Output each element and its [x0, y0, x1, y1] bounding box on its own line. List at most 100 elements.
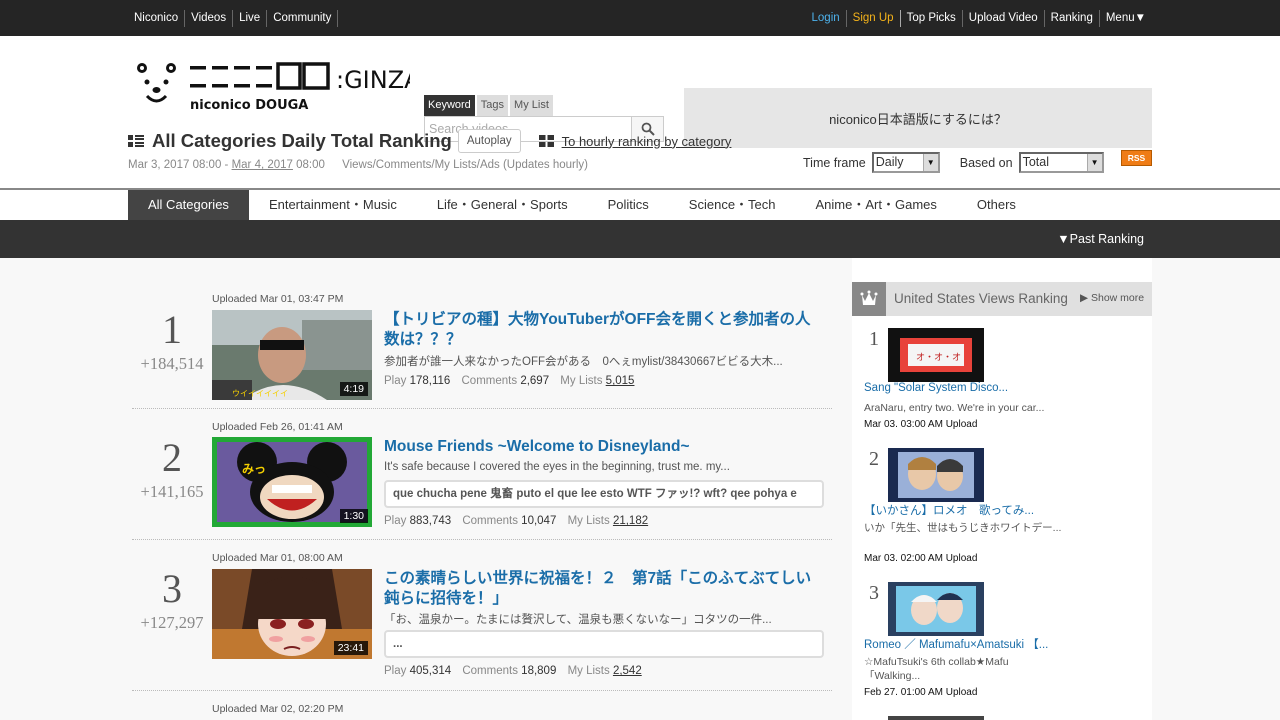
search-tab-tags[interactable]: Tags	[476, 95, 509, 116]
play-count: 883,743	[409, 515, 452, 527]
video-duration: 1:30	[339, 509, 368, 523]
sidebar-thumbnail[interactable]	[888, 582, 984, 636]
comment-count: 10,047	[521, 515, 557, 527]
mylist-count-link[interactable]: 2,542	[613, 665, 642, 677]
tab-politics[interactable]: Politics	[588, 190, 669, 220]
show-more-link[interactable]: ▶ Show more	[1080, 282, 1144, 314]
video-thumbnail[interactable]: ウイイイイイイ 4:19	[212, 310, 372, 400]
latest-comments: ...	[384, 630, 824, 658]
past-ranking-link[interactable]: ▼Past Ranking	[1057, 220, 1144, 258]
sidebar-rank-number: 3	[869, 582, 879, 604]
thumbnail-image	[888, 448, 984, 502]
chevron-down-icon: ▼	[922, 154, 938, 171]
mylists-label: My Lists	[567, 515, 610, 527]
nav-live-link[interactable]: Live	[233, 9, 268, 27]
nav-videos-link[interactable]: Videos	[185, 9, 234, 27]
niconico-logo[interactable]: :GINZA niconico DOUGA	[134, 60, 421, 113]
rss-button[interactable]: RSS	[1121, 150, 1152, 166]
comment-count: 2,697	[520, 375, 550, 387]
ranking-list: Uploaded Mar 01, 03:47 PM 1 +184,514 ウイイ…	[132, 258, 832, 720]
comments-label: Comments	[462, 515, 518, 527]
timeframe-value: Daily	[875, 155, 904, 169]
ranking-item: Uploaded Mar 01, 08:00 AM 3 +127,297 23:…	[132, 540, 832, 691]
menu-link[interactable]: Menu▼	[1100, 10, 1152, 27]
svg-text:niconico DOUGA: niconico DOUGA	[190, 98, 308, 112]
based-on-select[interactable]: Total ▼	[1018, 152, 1104, 173]
video-thumbnail[interactable]: 23:41	[212, 569, 372, 659]
video-stats: Play 178,116 Comments 2,697 My Lists 5,0…	[384, 375, 634, 387]
sidebar-video-title[interactable]: Romeo ／ Mafumafu×Amatsuki 【...	[864, 636, 1064, 652]
video-duration: 23:41	[333, 641, 368, 655]
sidebar-thumbnail[interactable]	[888, 716, 984, 720]
video-stats: Play 883,743 Comments 10,047 My Lists 21…	[384, 515, 648, 527]
top-picks-link[interactable]: Top Picks	[901, 9, 963, 27]
date-range: Mar 3, 2017 08:00 - Mar 4, 2017 08:00 Vi…	[128, 159, 588, 171]
tab-all-categories[interactable]: All Categories	[128, 190, 249, 220]
svg-text::GINZA: :GINZA	[336, 66, 410, 94]
japanese-version-banner[interactable]: niconico日本語版にするには？	[684, 88, 1152, 148]
play-count: 178,116	[409, 375, 451, 387]
tab-others[interactable]: Others	[957, 190, 1036, 220]
sidebar-upload-date: Mar 03. 03:00 AM Upload	[864, 419, 978, 430]
rank-number: 1	[162, 307, 182, 352]
sidebar-video-description: いか「先生、世はもうじきホワイトデー...	[864, 522, 1062, 534]
autoplay-button[interactable]: Autoplay	[457, 129, 521, 153]
video-title-link[interactable]: 【トリビアの種】大物YouTuberがOFF会を開くと参加者の人数は？？？	[384, 310, 824, 350]
sidebar-upload-date: Feb 27. 01:00 AM Upload	[864, 687, 978, 698]
tab-life-general-sports[interactable]: Life・General・Sports	[417, 190, 588, 220]
rank-points: +141,165	[140, 482, 204, 501]
mylist-count-link[interactable]: 5,015	[606, 375, 635, 387]
video-title-link[interactable]: この素晴らしい世界に祝福を！２ 第7話「このふてぶてしい鈍らに招待を！」	[384, 569, 824, 609]
sidebar-rank-number: 2	[869, 448, 879, 470]
date-end-link[interactable]: Mar 4, 2017	[232, 159, 293, 171]
ranking-link[interactable]: Ranking	[1045, 9, 1100, 27]
crown-icon	[852, 282, 886, 316]
signup-link[interactable]: Sign Up	[847, 9, 901, 27]
rank-points: +184,514	[140, 354, 204, 373]
header: :GINZA niconico DOUGA Keyword Tags My Li…	[0, 36, 1280, 148]
title-row: All Categories Daily Total Ranking Autop…	[128, 129, 731, 153]
hourly-ranking-link[interactable]: To hourly ranking by category	[562, 134, 732, 149]
sidebar-title: United States Views Ranking	[894, 291, 1068, 306]
svg-text:みっ: みっ	[242, 462, 266, 476]
nav-niconico-link[interactable]: Niconico	[128, 9, 186, 27]
tab-science-tech[interactable]: Science・Tech	[669, 190, 796, 220]
sidebar-video-description: ☆MafuTsuki's 6th collab★Mafu「Walking...	[864, 656, 1009, 682]
sidebar-video-title[interactable]: 【いかさん】ロメオ 歌ってみ...	[864, 502, 1064, 518]
tab-entertainment-music[interactable]: Entertainment・Music	[249, 190, 417, 220]
sidebar-video-title[interactable]: Sang "Solar System Disco...	[864, 382, 1064, 394]
upload-date: Uploaded Mar 01, 08:00 AM	[212, 552, 343, 564]
search-tab-keyword[interactable]: Keyword	[424, 95, 475, 116]
upload-date: Uploaded Mar 01, 03:47 PM	[212, 293, 344, 305]
search-type-tabs: Keyword Tags My List	[424, 95, 555, 116]
nav-community-link[interactable]: Community	[267, 9, 339, 27]
timeframe-select[interactable]: Daily ▼	[871, 152, 940, 173]
tab-anime-art-games[interactable]: Anime・Art・Games	[796, 190, 957, 220]
thumbnail-image: オ・オ・オ	[888, 328, 984, 382]
ranking-item: Uploaded Mar 02, 02:20 PM	[132, 691, 832, 720]
based-on-value: Total	[1022, 155, 1049, 169]
category-nav: All Categories Entertainment・Music Life・…	[0, 188, 1280, 220]
sidebar-thumbnail[interactable]	[888, 448, 984, 502]
date-start: Mar 3, 2017 08:00 -	[128, 159, 232, 171]
play-label: Play	[384, 665, 407, 677]
play-label: Play	[384, 375, 407, 387]
sidebar-thumbnail[interactable]: オ・オ・オ	[888, 328, 984, 382]
search-tab-mylist[interactable]: My List	[510, 95, 553, 116]
top-bar: Niconico Videos Live Community Login Sig…	[0, 0, 1280, 36]
video-thumbnail[interactable]: みっ 1:30	[212, 437, 372, 527]
video-title-link[interactable]: Mouse Friends ~Welcome to Disneyland~	[384, 437, 824, 457]
login-link[interactable]: Login	[806, 9, 847, 27]
top-nav-left: Niconico Videos Live Community	[128, 0, 339, 36]
upload-video-link[interactable]: Upload Video	[963, 9, 1045, 27]
video-description: It's safe because I covered the eyes in …	[384, 461, 730, 473]
ranking-item: Uploaded Feb 26, 01:41 AM 2 +141,165 みっ …	[132, 409, 832, 540]
sidebar-header: United States Views Ranking ▶ Show more	[852, 282, 1152, 316]
top-nav-right: Login Sign Up Top Picks Upload Video Ran…	[806, 0, 1152, 36]
sidebar-video-description: AraNaru, entry two. We're in your car...	[864, 402, 1045, 414]
video-duration: 4:19	[339, 382, 368, 396]
latest-comments: que chucha pene 鬼畜 puto el que lee esto …	[384, 480, 824, 508]
ranking-filters: Time frame Daily ▼ Based on Total ▼	[803, 152, 1104, 173]
upload-date: Uploaded Mar 02, 02:20 PM	[212, 703, 344, 715]
mylist-count-link[interactable]: 21,182	[613, 515, 648, 527]
